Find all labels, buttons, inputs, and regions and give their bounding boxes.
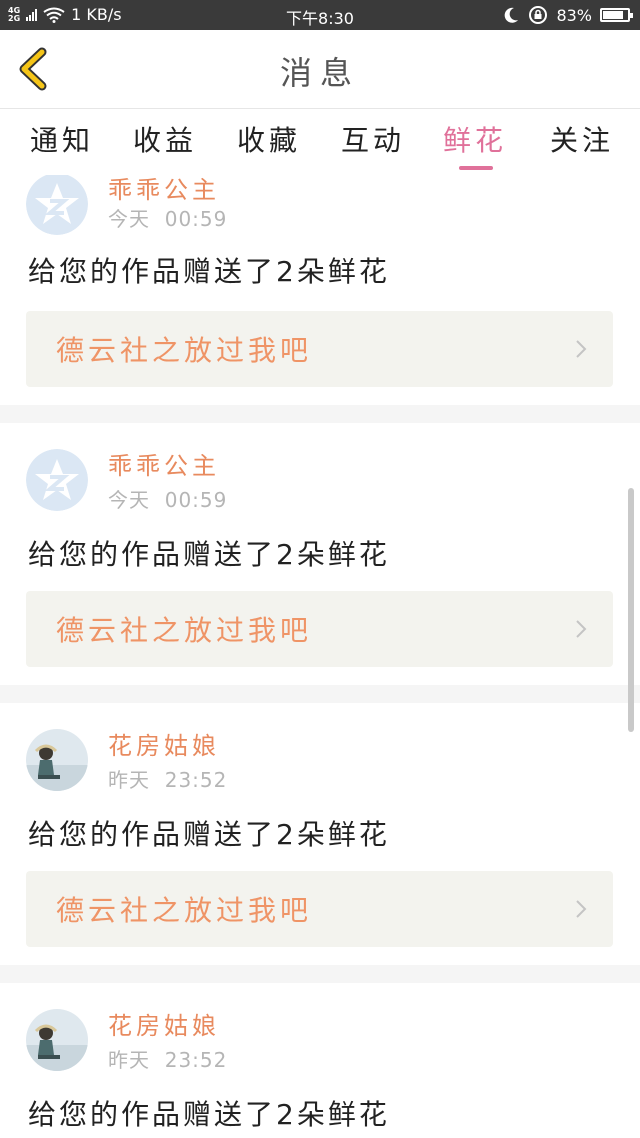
default-avatar-icon <box>26 175 88 235</box>
battery-icon <box>600 8 633 22</box>
active-tab-indicator <box>459 166 493 170</box>
photo-avatar <box>26 729 88 791</box>
username[interactable]: 花房姑娘 <box>108 726 220 761</box>
list-item[interactable]: 花房姑娘 昨天 23:52 给您的作品赠送了2朵鲜花 德云社之放过我吧 <box>0 703 640 965</box>
message-text: 给您的作品赠送了2朵鲜花 <box>28 255 390 288</box>
tab-interaction[interactable]: 互动 <box>341 119 405 159</box>
username[interactable]: 乖乖公主 <box>108 175 220 205</box>
tab-earnings[interactable]: 收益 <box>133 119 197 159</box>
work-title: 德云社之放过我吧 <box>56 894 313 927</box>
chevron-right-icon <box>576 900 587 918</box>
timestamp: 昨天 23:52 <box>108 1048 228 1072</box>
battery-percent: 83% <box>556 5 592 25</box>
work-link[interactable]: 德云社之放过我吧 <box>26 871 613 947</box>
timestamp: 今天 00:59 <box>108 488 228 512</box>
tab-bar: 通知 收益 收藏 互动 鲜花 关注 <box>0 109 640 175</box>
list-item[interactable]: 花房姑娘 昨天 23:52 给您的作品赠送了2朵鲜花 <box>0 983 640 1138</box>
tab-favorites[interactable]: 收藏 <box>237 119 301 159</box>
tab-flowers[interactable]: 鲜花 <box>443 119 507 159</box>
title-bar: 消息 <box>0 30 640 109</box>
page-title: 消息 <box>279 54 360 92</box>
tab-follow[interactable]: 关注 <box>550 119 614 159</box>
rotation-lock-icon <box>529 6 548 24</box>
timestamp: 昨天 23:52 <box>108 768 228 792</box>
message-text: 给您的作品赠送了2朵鲜花 <box>28 1098 390 1131</box>
chevron-right-icon <box>576 620 587 638</box>
work-title: 德云社之放过我吧 <box>56 614 313 647</box>
battery-level <box>603 11 623 19</box>
status-right: 83% <box>502 5 633 25</box>
work-title: 德云社之放过我吧 <box>56 334 313 367</box>
username[interactable]: 乖乖公主 <box>108 446 220 481</box>
chevron-right-icon <box>576 340 587 358</box>
message-list[interactable]: 乖乖公主 今天 00:59 给您的作品赠送了2朵鲜花 德云社之放过我吧 乖乖公主… <box>0 175 640 1138</box>
avatar[interactable] <box>26 729 88 791</box>
photo-avatar <box>26 1009 88 1071</box>
list-item[interactable]: 乖乖公主 今天 00:59 给您的作品赠送了2朵鲜花 德云社之放过我吧 <box>0 423 640 685</box>
message-text: 给您的作品赠送了2朵鲜花 <box>28 538 390 571</box>
timestamp: 今天 00:59 <box>108 207 228 231</box>
avatar[interactable] <box>26 449 88 511</box>
status-bar: 4G 2G 1 KB/s 下午8:30 83% <box>0 0 640 30</box>
work-link[interactable]: 德云社之放过我吧 <box>26 591 613 667</box>
message-text: 给您的作品赠送了2朵鲜花 <box>28 818 390 851</box>
default-avatar-icon <box>26 449 88 511</box>
username[interactable]: 花房姑娘 <box>108 1006 220 1041</box>
work-link[interactable]: 德云社之放过我吧 <box>26 311 613 387</box>
avatar[interactable] <box>26 175 88 235</box>
list-item[interactable]: 乖乖公主 今天 00:59 给您的作品赠送了2朵鲜花 德云社之放过我吧 <box>0 175 640 405</box>
scrollbar[interactable] <box>628 488 634 732</box>
avatar[interactable] <box>26 1009 88 1071</box>
tab-notice[interactable]: 通知 <box>30 119 94 159</box>
moon-icon <box>505 7 519 23</box>
